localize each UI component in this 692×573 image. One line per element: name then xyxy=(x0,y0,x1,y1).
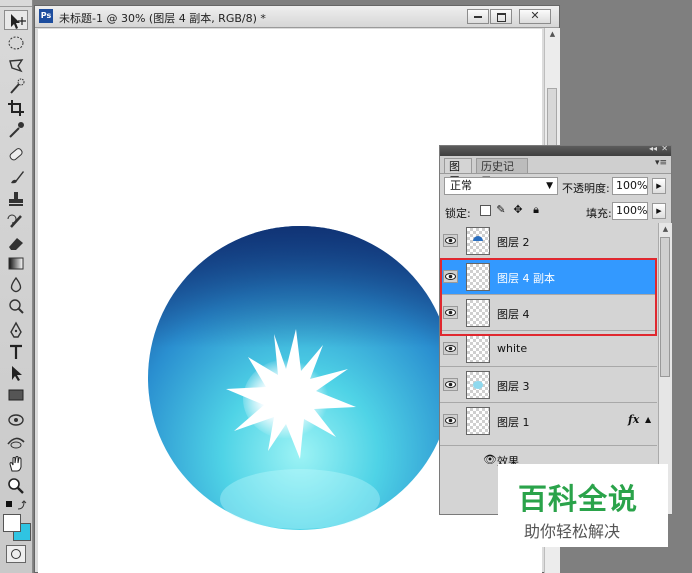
collapse-panel-icon[interactable]: ◂◂ xyxy=(649,144,657,153)
visibility-eye-icon[interactable] xyxy=(443,378,458,391)
photoshop-logo-icon: Ps xyxy=(39,9,53,23)
blend-mode-value: 正常 xyxy=(450,179,472,192)
swap-colors-icon[interactable] xyxy=(4,495,28,510)
3d-orbit-tool-icon[interactable] xyxy=(4,432,28,452)
eyedropper-tool-icon[interactable] xyxy=(4,120,28,140)
layer-row[interactable]: 图层 2 xyxy=(440,223,657,259)
foreground-background-swatches[interactable] xyxy=(3,511,31,543)
layer-row[interactable]: white xyxy=(440,331,657,367)
brush-tool-icon[interactable] xyxy=(4,167,28,187)
lock-transparency-icon[interactable] xyxy=(480,205,491,216)
chevron-down-icon: ▼ xyxy=(546,181,553,191)
healing-brush-tool-icon[interactable] xyxy=(4,145,28,165)
lasso-tool-icon[interactable] xyxy=(4,55,28,75)
dodge-tool-icon[interactable] xyxy=(4,296,28,316)
lock-pixels-icon[interactable]: ✎ xyxy=(495,204,507,216)
layer-row[interactable]: 图层 3 xyxy=(440,367,657,403)
lock-label: 锁定: xyxy=(445,207,471,220)
fill-label: 填充: xyxy=(586,207,612,220)
gradient-tool-icon[interactable] xyxy=(4,254,28,274)
scroll-up-arrow-icon[interactable]: ▲ xyxy=(545,28,560,40)
minimize-icon xyxy=(474,16,482,18)
panel-tabs: 图层 历史记录 ▾≡ xyxy=(440,156,671,188)
layer-thumbnail xyxy=(466,335,490,363)
document-title-bar[interactable]: Ps 未标题-1 @ 30% (图层 4 副本, RGB/8) * ✕ xyxy=(35,6,559,28)
expand-effects-icon[interactable]: ▲ xyxy=(645,415,651,424)
tools-palette-grip[interactable] xyxy=(0,0,32,7)
visibility-eye-icon[interactable] xyxy=(443,234,458,247)
close-icon: ✕ xyxy=(530,9,540,22)
lock-position-icon[interactable]: ✥ xyxy=(512,204,524,216)
pen-tool-icon[interactable] xyxy=(4,320,28,340)
maximize-button[interactable] xyxy=(490,9,512,24)
hand-tool-icon[interactable] xyxy=(4,454,28,474)
layer-name: 图层 2 xyxy=(497,236,530,249)
sphere-reflection xyxy=(220,469,380,529)
close-button[interactable]: ✕ xyxy=(519,9,551,24)
layer-row[interactable]: 图层 1 fx ▲ xyxy=(440,403,657,446)
highlight-annotation-box xyxy=(440,258,657,336)
visibility-eye-icon[interactable] xyxy=(443,342,458,355)
watermark-title: 百科全说 xyxy=(518,482,639,516)
3d-rotate-tool-icon[interactable] xyxy=(4,410,28,430)
lock-all-icon[interactable]: 🔒︎ xyxy=(530,204,542,216)
opacity-slider-button[interactable]: ▶ xyxy=(652,178,666,194)
type-tool-icon[interactable] xyxy=(4,342,28,362)
foreground-color-swatch[interactable] xyxy=(3,514,21,532)
layer-thumbnail xyxy=(466,371,490,399)
layer-name: white xyxy=(497,342,528,355)
layer-thumbnail xyxy=(466,407,490,435)
zoom-tool-icon[interactable] xyxy=(4,476,28,496)
fill-field[interactable]: 100% xyxy=(612,202,648,220)
shape-tool-icon[interactable] xyxy=(4,385,28,405)
layer-thumbnail xyxy=(466,227,490,255)
layer-name: 图层 3 xyxy=(497,380,530,393)
watermark: 百科全说 助你轻松解决 xyxy=(498,464,668,547)
quick-mask-icon[interactable] xyxy=(6,545,26,563)
effects-eye-icon[interactable]: 👁︎ xyxy=(483,453,497,466)
blur-tool-icon[interactable] xyxy=(4,275,28,295)
marquee-tool-icon[interactable] xyxy=(4,33,28,53)
layers-scroll-up-icon[interactable]: ▲ xyxy=(659,223,672,235)
layer-effects-fx-icon[interactable]: fx xyxy=(628,413,639,426)
move-tool-icon[interactable] xyxy=(4,10,28,30)
visibility-eye-icon[interactable] xyxy=(443,414,458,427)
close-panel-icon[interactable]: ✕ xyxy=(661,144,668,153)
tools-palette xyxy=(0,0,33,573)
document-title: 未标题-1 @ 30% (图层 4 副本, RGB/8) * xyxy=(59,12,266,25)
minimize-button[interactable] xyxy=(467,9,489,24)
watermark-subtitle: 助你轻松解决 xyxy=(524,522,621,541)
history-brush-tool-icon[interactable] xyxy=(4,211,28,231)
path-select-tool-icon[interactable] xyxy=(4,363,28,383)
opacity-label: 不透明度: xyxy=(562,182,610,195)
eraser-tool-icon[interactable] xyxy=(4,233,28,253)
clone-stamp-tool-icon[interactable] xyxy=(4,189,28,209)
crop-tool-icon[interactable] xyxy=(4,98,28,118)
quick-select-tool-icon[interactable] xyxy=(4,77,28,97)
panel-header[interactable]: ◂◂ ✕ xyxy=(440,144,671,156)
layers-scroll-thumb[interactable] xyxy=(660,237,670,377)
panel-menu-icon[interactable]: ▾≡ xyxy=(655,158,667,168)
tab-layers[interactable]: 图层 xyxy=(444,158,472,188)
layer-name: 图层 1 xyxy=(497,416,530,429)
tab-history[interactable]: 历史记录 xyxy=(476,158,528,188)
fill-slider-button[interactable]: ▶ xyxy=(652,203,666,219)
maximize-icon xyxy=(496,13,506,22)
opacity-field[interactable]: 100% xyxy=(612,177,648,195)
blend-mode-select[interactable]: 正常 ▼ xyxy=(444,177,558,195)
